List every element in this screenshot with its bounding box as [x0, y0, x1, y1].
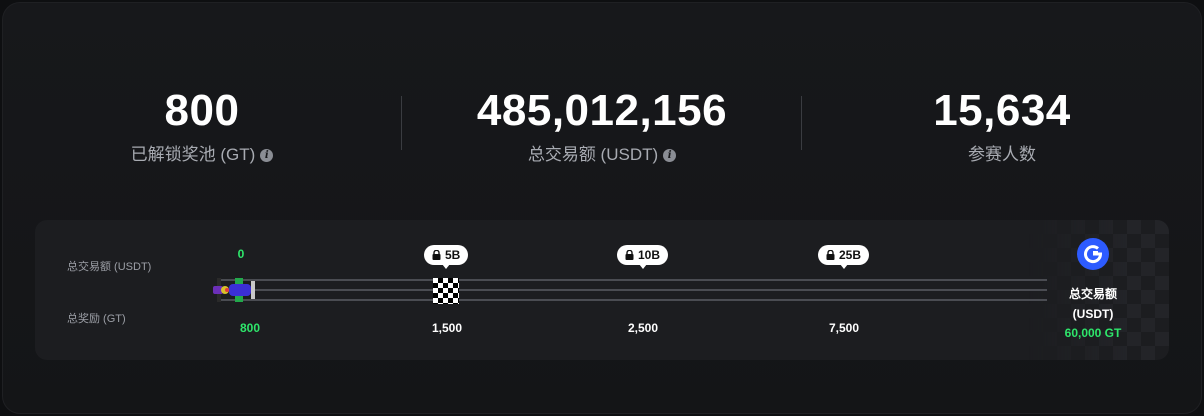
- race-car-icon: [211, 275, 263, 310]
- milestone-reward: 1,500: [431, 321, 463, 335]
- milestone-badge: 25B: [818, 245, 870, 269]
- stat-value: 800: [164, 86, 240, 135]
- milestone-reward: 2,500: [627, 321, 659, 335]
- stat-label: 已解锁奖池 (GT): [130, 145, 256, 164]
- divider: [801, 96, 802, 150]
- stats-row: 800 已解锁奖池 (GT) i 485,012,156 总交易额 (USDT)…: [0, 86, 1204, 176]
- current-volume: 0: [237, 247, 245, 261]
- lock-icon: [826, 250, 835, 260]
- stat-label: 总交易额 (USDT): [527, 145, 659, 164]
- stat-total-volume: 485,012,156 总交易额 (USDT) i: [402, 86, 802, 166]
- lock-icon: [625, 250, 634, 260]
- stat-label: 参赛人数: [968, 145, 1036, 164]
- stat-value: 15,634: [933, 86, 1071, 135]
- final-reward: 60,000 GT: [1064, 326, 1122, 340]
- track-line: [221, 299, 1047, 301]
- stat-unlocked-pool: 800 已解锁奖池 (GT) i: [2, 86, 402, 166]
- current-reward: 800: [239, 321, 261, 335]
- final-volume-label: 总交易额 (USDT): [1068, 287, 1117, 321]
- reward-row-label: 总奖励 (GT): [67, 313, 126, 325]
- lock-icon: [432, 250, 441, 260]
- divider: [401, 96, 402, 150]
- info-icon[interactable]: i: [663, 148, 677, 162]
- volume-row-label: 总交易额 (USDT): [67, 261, 152, 273]
- stat-value: 485,012,156: [476, 86, 728, 135]
- progress-panel: 总交易额 (USDT) 总奖励 (GT) 0 800 5B 1,500 10B …: [35, 220, 1169, 360]
- checkered-flag-icon: [433, 278, 459, 304]
- track-line: [221, 289, 1047, 291]
- info-icon[interactable]: i: [260, 148, 274, 162]
- gate-token-icon: [1077, 238, 1109, 270]
- milestone-badge: 5B: [424, 245, 469, 269]
- milestone-reward: 7,500: [828, 321, 860, 335]
- milestone-badge: 10B: [617, 245, 669, 269]
- stat-participants: 15,634 参赛人数: [802, 86, 1202, 166]
- track-line: [221, 279, 1047, 281]
